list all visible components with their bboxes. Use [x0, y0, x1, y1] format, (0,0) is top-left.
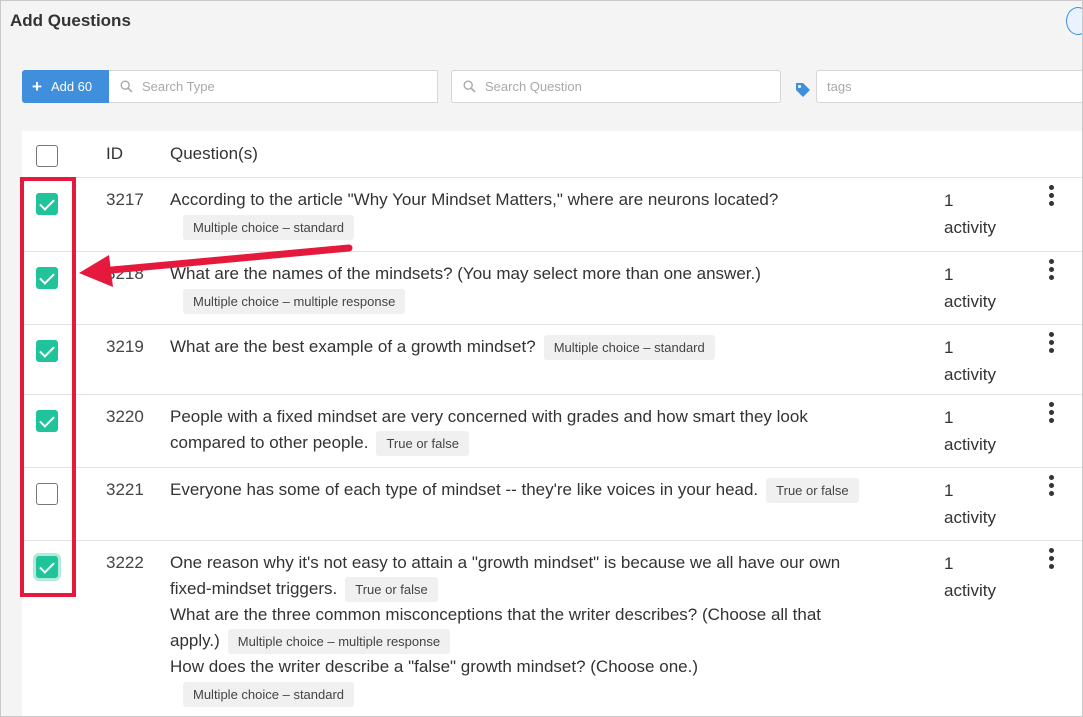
question-text: What are the best example of a growth mi… — [170, 334, 870, 361]
add-questions-panel: Add Questions + Add 60 Search Type Searc… — [0, 0, 1083, 717]
select-all-checkbox[interactable] — [36, 145, 58, 167]
more-options-icon[interactable] — [1046, 475, 1056, 499]
question-line-wrap: fixed-mindset triggers. True or false — [170, 576, 870, 603]
more-options-icon[interactable] — [1046, 185, 1056, 209]
activity-count: 1 activity — [944, 261, 996, 315]
more-options-icon[interactable] — [1046, 402, 1056, 426]
help-icon[interactable] — [1066, 7, 1082, 35]
question-type-badge: True or false — [376, 431, 469, 457]
table-row[interactable]: 3221 Everyone has some of each type of mi… — [22, 468, 1082, 541]
question-line-wrap: compared to other people. True or false — [170, 430, 870, 457]
activity-count: 1 activity — [944, 404, 996, 458]
tags-placeholder: tags — [827, 79, 852, 94]
add-button-label: Add 60 — [50, 79, 93, 94]
question-type-badge: True or false — [766, 478, 859, 504]
question-line: fixed-mindset triggers. — [170, 579, 338, 598]
question-line-wrap: Everyone has some of each type of mindse… — [170, 477, 870, 504]
tag-icon — [796, 83, 810, 97]
question-text: People with a fixed mindset are very con… — [170, 404, 870, 457]
activity-label: activity — [944, 435, 996, 454]
search-type-input[interactable]: Search Type — [109, 70, 438, 103]
activity-count: 1 activity — [944, 550, 996, 604]
question-type-badge: Multiple choice – multiple response — [227, 629, 451, 655]
column-header-questions: Question(s) — [170, 144, 258, 163]
question-text: One reason why it's not easy to attain a… — [170, 550, 870, 707]
activity-label: activity — [944, 365, 996, 384]
question-line: apply.) — [170, 631, 220, 651]
question-line: People with a fixed mindset are very con… — [170, 407, 808, 426]
question-id: 3222 — [106, 553, 144, 572]
tags-input[interactable]: tags — [816, 70, 1082, 103]
search-type-placeholder: Search Type — [142, 79, 215, 94]
question-line: What are the three common misconceptions… — [170, 605, 822, 625]
checkbox-highlight-annotation — [20, 177, 76, 597]
annotation-arrow — [79, 244, 353, 287]
activity-number: 1 — [944, 265, 954, 284]
activity-label: activity — [944, 292, 996, 311]
activity-number: 1 — [944, 338, 954, 357]
question-id: 3217 — [106, 190, 144, 209]
activity-count: 1 activity — [944, 334, 996, 388]
column-header-id: ID — [106, 144, 123, 163]
add-questions-button[interactable]: + Add 60 — [22, 70, 109, 103]
questions-table: ID Question(s) 3217 According to the arti… — [22, 131, 1082, 716]
page-title: Add Questions — [10, 11, 131, 30]
question-line: According to the article "Why Your Minds… — [170, 190, 779, 209]
activity-label: activity — [944, 508, 996, 527]
question-id: 3220 — [106, 407, 144, 426]
question-id: 3221 — [106, 480, 144, 499]
question-line: How does the writer describe a "false" g… — [170, 657, 698, 677]
question-type-badge: Multiple choice – standard — [543, 335, 715, 361]
question-type-badge: Multiple choice – multiple response — [183, 288, 406, 314]
question-line: What are the best example of a growth mi… — [170, 337, 536, 356]
question-type-badge: True or false — [345, 577, 438, 603]
table-row[interactable]: 3220 People with a fixed mindset are very… — [22, 395, 1082, 468]
toolbar: + Add 60 Search Type Search Question tag… — [22, 70, 1082, 103]
activity-label: activity — [944, 581, 996, 600]
question-line: One reason why it's not easy to attain a… — [170, 553, 841, 572]
search-icon — [463, 80, 476, 93]
more-options-icon[interactable] — [1046, 332, 1056, 356]
question-text: Everyone has some of each type of mindse… — [170, 477, 870, 504]
question-line: compared to other people. — [170, 433, 369, 452]
question-line-wrap: apply.) Multiple choice – multiple respon… — [170, 628, 870, 655]
activity-number: 1 — [944, 408, 954, 427]
table-header: ID Question(s) — [22, 131, 1082, 178]
activity-number: 1 — [944, 554, 954, 573]
activity-count: 1 activity — [944, 187, 996, 241]
question-type-badge: Multiple choice – standard — [183, 681, 355, 707]
search-question-input[interactable]: Search Question — [451, 70, 781, 103]
question-id: 3219 — [106, 337, 144, 356]
table-row[interactable]: 3222 One reason why it's not easy to atta… — [22, 541, 1082, 716]
activity-count: 1 activity — [944, 477, 996, 531]
question-line: Everyone has some of each type of mindse… — [170, 480, 759, 499]
activity-number: 1 — [944, 481, 954, 500]
plus-icon: + — [32, 77, 42, 96]
search-icon — [120, 80, 133, 93]
more-options-icon[interactable] — [1046, 548, 1056, 572]
search-question-placeholder: Search Question — [485, 79, 582, 94]
activity-number: 1 — [944, 191, 954, 210]
question-line-wrap: What are the best example of a growth mi… — [170, 334, 870, 361]
table-row[interactable]: 3219 What are the best example of a growt… — [22, 325, 1082, 395]
activity-label: activity — [944, 218, 996, 237]
more-options-icon[interactable] — [1046, 259, 1056, 283]
